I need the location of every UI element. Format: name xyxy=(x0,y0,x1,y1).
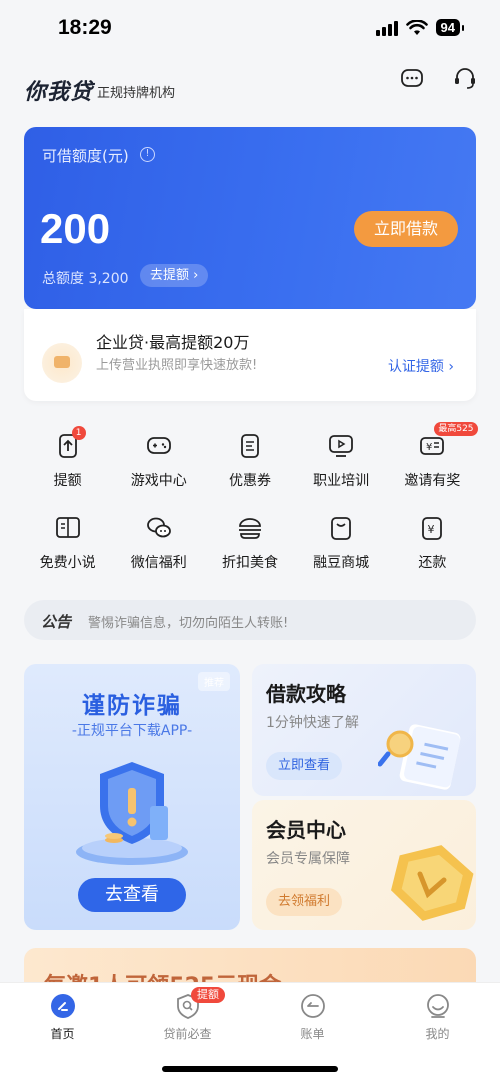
status-time: 18:29 xyxy=(58,16,112,39)
logo-subtitle: 正规持牌机构 xyxy=(97,86,176,101)
raise-limit-button[interactable]: 去提额 › xyxy=(140,264,209,287)
grid-item-vocational-training[interactable]: 职业培训 xyxy=(296,432,387,490)
bag-icon xyxy=(331,517,352,540)
claim-benefits-button[interactable]: 去领福利 xyxy=(266,888,343,916)
grid-label: 还款 xyxy=(418,555,447,571)
grid-item-wechat-benefits[interactable]: 微信福利 xyxy=(113,514,204,572)
app-logo: 你我贷 xyxy=(24,80,94,105)
credit-amount: 200 xyxy=(40,205,111,252)
cellular-signal-icon xyxy=(375,20,398,36)
svg-text:¥: ¥ xyxy=(426,442,432,453)
chat-icon xyxy=(146,517,171,538)
profile-icon xyxy=(426,994,449,1018)
tab-label: 账单 xyxy=(300,1027,325,1041)
yuan-card-icon: ¥ xyxy=(420,437,445,455)
grid-label: 提额 xyxy=(53,473,82,489)
notification-badge: 1 xyxy=(71,426,86,440)
announcement-tag: 公告 xyxy=(41,613,72,631)
gamepad-icon xyxy=(146,437,171,454)
credit-limit-card: 可借额度(元) ! 200 立即借款 总额度 3,200 去提额 › xyxy=(24,127,476,309)
status-bar: 18:29 94 xyxy=(0,0,500,60)
member-center-card[interactable]: 会员中心 会员专属保障 去领福利 xyxy=(252,800,476,930)
service-grid-row-2: 免费小说 微信福利 折扣美食 融豆商城 ¥ 还款 xyxy=(22,514,478,572)
grid-item-discount-food[interactable]: 折扣美食 xyxy=(204,514,295,572)
customer-service-icon[interactable] xyxy=(452,66,478,92)
coupon-icon xyxy=(241,434,259,458)
business-loan-subtitle: 上传营业执照即享快速放款! xyxy=(96,358,258,373)
grid-label: 折扣美食 xyxy=(221,555,278,571)
status-icons: 94 xyxy=(375,19,465,36)
view-guide-button[interactable]: 立即查看 xyxy=(266,752,343,780)
tab-label: 首页 xyxy=(50,1027,75,1041)
app-header: 你我贷 正规持牌机构 xyxy=(0,60,500,120)
grid-label: 邀请有奖 xyxy=(404,473,461,489)
bill-icon xyxy=(300,994,325,1018)
member-center-subtitle: 会员专属保障 xyxy=(266,851,350,867)
anti-fraud-title: 谨防诈骗 xyxy=(82,693,182,719)
grid-item-invite-reward[interactable]: ¥ 最高525 邀请有奖 xyxy=(387,422,478,490)
tab-label: 我的 xyxy=(425,1027,450,1041)
business-license-icon xyxy=(42,343,82,383)
tab-badge: 提额 xyxy=(191,987,225,1003)
reward-badge: 最高525 xyxy=(434,422,478,436)
wifi-icon xyxy=(405,19,428,35)
grid-item-free-novels[interactable]: 免费小说 xyxy=(22,514,113,572)
grid-label: 优惠券 xyxy=(228,473,271,489)
loan-guide-title: 借款攻略 xyxy=(266,682,346,706)
business-loan-title: 企业贷·最高提额20万 xyxy=(96,333,250,352)
grid-item-game-center[interactable]: 游戏中心 xyxy=(113,432,204,490)
home-indicator xyxy=(162,1066,338,1072)
tab-home[interactable]: 首页 xyxy=(0,983,125,1082)
shield-icon xyxy=(76,762,188,865)
grid-label: 免费小说 xyxy=(39,555,96,571)
business-loan-card[interactable]: 企业贷·最高提额20万 上传营业执照即享快速放款! 认证提额 › xyxy=(24,309,476,401)
tab-profile[interactable]: 我的 xyxy=(375,983,500,1082)
document-magnifier-icon xyxy=(378,724,461,790)
grid-item-bean-mall[interactable]: 融豆商城 xyxy=(296,514,387,572)
book-icon xyxy=(55,517,80,538)
anti-fraud-subtitle: -正规平台下载APP- xyxy=(71,723,193,739)
loan-guide-subtitle: 1分钟快速了解 xyxy=(266,715,359,731)
service-grid-row-1: 1 提额 游戏中心 优惠券 职业培训 ¥ 最高525 邀请有奖 xyxy=(22,422,478,490)
announcement-text: 警惕诈骗信息，切勿向陌生人转账! xyxy=(88,616,289,631)
anti-fraud-card[interactable]: 推荐 谨防诈骗 -正规平台下载APP- 去查看 xyxy=(24,664,240,930)
grid-label: 融豆商城 xyxy=(313,555,370,571)
vip-badge-icon xyxy=(391,845,474,921)
info-icon[interactable]: ! xyxy=(140,147,155,162)
credit-limit-label: 可借额度(元) xyxy=(42,147,129,165)
video-icon xyxy=(329,435,354,457)
borrow-now-button[interactable]: 立即借款 xyxy=(354,211,458,247)
grid-item-coupons[interactable]: 优惠券 xyxy=(204,432,295,490)
loan-guide-card[interactable]: 借款攻略 1分钟快速了解 立即查看 xyxy=(252,664,476,796)
home-icon xyxy=(50,994,75,1018)
view-now-button[interactable]: 去查看 xyxy=(78,878,186,912)
message-icon[interactable] xyxy=(399,66,425,92)
tab-label: 贷前必查 xyxy=(163,1027,212,1041)
grid-label: 游戏中心 xyxy=(130,473,187,489)
svg-text:¥: ¥ xyxy=(428,523,435,536)
repay-icon: ¥ xyxy=(422,517,443,540)
grid-item-repay[interactable]: ¥ 还款 xyxy=(387,514,478,572)
grid-item-raise-limit[interactable]: 1 提额 xyxy=(22,426,113,490)
verify-raise-link[interactable]: 认证提额 › xyxy=(388,356,454,376)
grid-label: 职业培训 xyxy=(313,473,370,489)
announcement-bar[interactable]: 公告 警惕诈骗信息，切勿向陌生人转账! xyxy=(24,600,476,640)
member-center-title: 会员中心 xyxy=(266,818,346,842)
burger-icon xyxy=(238,518,261,539)
battery-indicator: 94 xyxy=(435,19,465,36)
total-limit: 总额度 3,200 xyxy=(42,271,129,287)
grid-label: 微信福利 xyxy=(130,555,187,571)
